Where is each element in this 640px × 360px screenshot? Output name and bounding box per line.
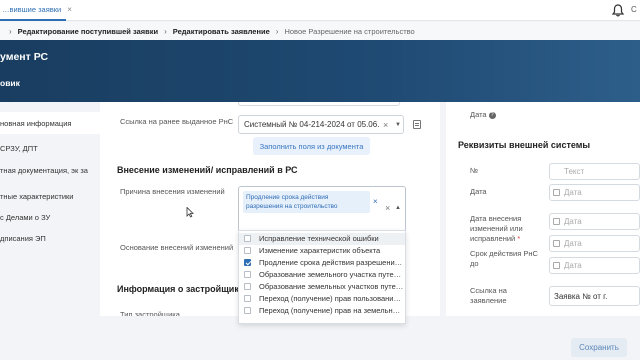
date-placeholder: Дата <box>564 239 582 248</box>
nav-item-project-docs[interactable]: тная документация, эк за <box>0 159 100 183</box>
validity-date-input[interactable]: Дата <box>549 257 640 274</box>
option-label: Продление срока действия разрешения на..… <box>259 258 405 268</box>
option-label: Переход (получение) прав пользования не.… <box>259 294 405 304</box>
page-subtitle: овик <box>0 78 20 88</box>
clear-icon[interactable]: × <box>385 203 390 213</box>
nav-item-main-info[interactable]: новная информация <box>0 112 100 134</box>
chevron-right-icon: › <box>275 26 279 36</box>
number-placeholder: Текст <box>564 167 585 176</box>
nav-item-srzu[interactable]: СРЗУ, ДПТ <box>0 137 100 159</box>
option-label: Образование земельных участков путем р..… <box>259 282 405 292</box>
checkbox-checked[interactable] <box>244 259 251 267</box>
external-system-title: Реквизиты внешней системы <box>458 140 591 150</box>
page-title: умент РС <box>0 51 49 63</box>
reason-options-dropdown: Исправление технической ошибки Изменение… <box>238 230 406 324</box>
chevron-right-icon: › <box>9 26 12 36</box>
chevron-up-icon[interactable]: ▲ <box>395 205 401 211</box>
prev-link-value: Системный № 04-214-2024 от 05.06.... <box>244 120 380 129</box>
option-rights-transfer-1[interactable]: Переход (получение) прав пользования не.… <box>239 293 405 305</box>
date-label-text: Дата <box>470 110 487 119</box>
chevron-right-icon: › <box>164 26 167 36</box>
tab-label: …вившие заявки <box>2 5 62 14</box>
nav-item-land-cases[interactable]: с Делами о ЗУ <box>0 206 100 228</box>
date-placeholder: Дата <box>564 261 582 270</box>
date-input[interactable]: Дата <box>549 184 640 201</box>
option-land-formation-1[interactable]: Образование земельного участка путем об.… <box>239 269 405 281</box>
selected-reason-tag: Продление срока действия разрешения на с… <box>243 191 370 213</box>
change-date-input[interactable]: Дата <box>549 213 640 230</box>
checkbox[interactable] <box>244 283 251 291</box>
validity-label: Срок действия РнС до <box>470 249 538 268</box>
checkbox[interactable] <box>244 295 251 303</box>
option-label: Образование земельного участка путем об.… <box>259 270 405 280</box>
reason-multiselect[interactable]: Продление срока действия разрешения на с… <box>238 186 406 232</box>
date2-label: Дата <box>470 187 487 196</box>
user-initial[interactable]: С <box>631 5 637 14</box>
option-extend-validity[interactable]: Продление срока действия разрешения на..… <box>239 257 405 269</box>
nav-item-signatures[interactable]: дписания ЭП <box>0 227 100 249</box>
option-land-formation-2[interactable]: Образование земельных участков путем р..… <box>239 281 405 293</box>
document-icon[interactable] <box>413 120 421 129</box>
developer-type-label: Тип застройщика <box>120 310 180 316</box>
chevron-down-icon[interactable]: ▼ <box>395 122 401 128</box>
request-link-label: Ссылка на заявление <box>470 286 507 305</box>
page-header: умент РС овик <box>0 40 640 102</box>
breadcrumb-item[interactable]: Редактирование поступившей заявки <box>18 27 158 36</box>
basis-label: Основание внесений изменений <box>120 243 234 252</box>
checkbox[interactable] <box>244 235 251 243</box>
section-nav: новная информация СРЗУ, ДПТ тная докумен… <box>0 102 100 360</box>
developer-section-title: Информация о застройщике <box>117 284 244 294</box>
bell-icon[interactable] <box>612 4 624 17</box>
option-change-characteristics[interactable]: Изменение характеристик объекта <box>239 245 405 257</box>
help-icon[interactable]: ? <box>488 111 496 119</box>
tab-incoming-requests[interactable]: …вившие заявки × <box>0 0 72 21</box>
request-link-value: Заявка № от г. <box>554 291 608 301</box>
fill-from-document-button[interactable]: Заполнить поля из документа <box>253 137 370 155</box>
right-panel: Дата? Реквизиты внешней системы № Текст … <box>446 102 640 316</box>
prev-link-label: Ссылка на ранее выданное РнС <box>120 117 234 126</box>
reason-label: Причина внесения изменений <box>120 187 225 196</box>
change-date-label-text: Дата внесения изменений или исправлений <box>470 214 523 243</box>
prev-field-bottom <box>238 102 400 106</box>
option-rights-transfer-2[interactable]: Переход (получение) прав на земельный у.… <box>239 305 405 317</box>
option-tech-error[interactable]: Исправление технической ошибки <box>239 233 405 245</box>
calendar-icon[interactable] <box>553 262 560 269</box>
number-input[interactable]: Текст <box>549 163 640 180</box>
checkbox[interactable] <box>244 271 251 279</box>
prev-link-select[interactable]: Системный № 04-214-2024 от 05.06.... × ▼ <box>238 115 404 134</box>
calendar-icon[interactable] <box>553 218 560 225</box>
date-placeholder: Дата <box>564 217 582 226</box>
option-label: Изменение характеристик объекта <box>259 246 381 256</box>
nav-item-characteristics[interactable]: тные характеристики <box>0 185 100 207</box>
calendar-icon[interactable] <box>553 240 560 247</box>
close-icon[interactable]: × <box>67 5 72 14</box>
date-placeholder: Дата <box>564 188 582 197</box>
option-label: Переход (получение) прав на земельный у.… <box>259 306 405 316</box>
changes-section-title: Внесение изменений/ исправлений в РС <box>117 165 298 175</box>
change-date-input-2[interactable]: Дата <box>549 235 640 252</box>
request-link-field[interactable]: Заявка № от г. <box>549 286 640 306</box>
change-date-label: Дата внесения изменений или исправлений … <box>470 214 545 244</box>
breadcrumb-current: Новое Разрешение на строительство <box>284 26 415 36</box>
number-label: № <box>470 166 479 175</box>
date-label: Дата? <box>470 110 496 120</box>
option-label: Исправление технической ошибки <box>259 234 379 244</box>
checkbox[interactable] <box>244 247 251 255</box>
required-marker: * <box>517 234 521 243</box>
remove-tag-icon[interactable]: × <box>373 197 378 206</box>
mouse-cursor-icon <box>186 207 194 218</box>
breadcrumb-item[interactable]: Редактировать заявление <box>173 27 270 36</box>
top-bar: …вившие заявки × С <box>0 0 640 21</box>
clear-icon[interactable]: × <box>383 120 388 130</box>
checkbox[interactable] <box>244 307 251 315</box>
save-button[interactable]: Сохранить <box>571 338 627 357</box>
breadcrumb: › Редактирование поступившей заявки › Ре… <box>0 22 640 40</box>
calendar-icon[interactable] <box>553 189 560 196</box>
